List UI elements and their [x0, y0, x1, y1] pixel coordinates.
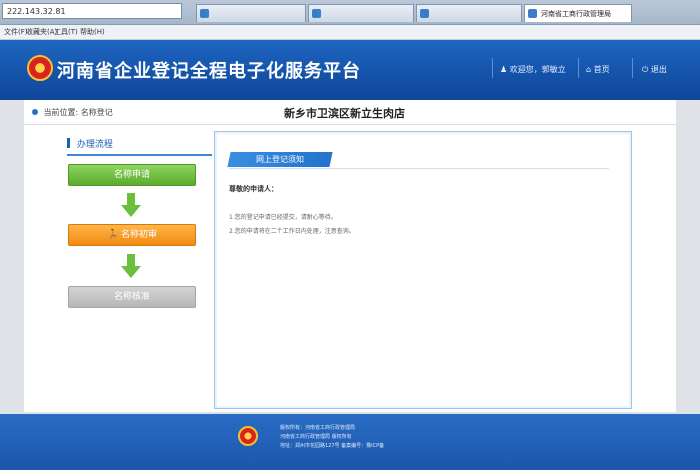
step-name-application[interactable]: 名称申请: [68, 164, 196, 186]
divider: [578, 58, 579, 78]
breadcrumb: 当前位置: 名称登记: [32, 107, 113, 118]
runner-icon: 🏃: [106, 230, 119, 240]
notice-line: 1.您的登记申请已经提交，请耐心等待。: [229, 214, 337, 221]
breadcrumb-prefix: 当前位置:: [43, 108, 79, 117]
step-label: 名称核准: [113, 292, 150, 302]
address-bar[interactable]: 222.143.32.81: [2, 3, 182, 19]
notice-greeting: 尊敬的申请人：: [229, 185, 278, 193]
page-icon: [200, 9, 209, 18]
menu-file[interactable]: 文件(F): [4, 27, 28, 37]
divider: [24, 124, 676, 125]
step-label: 名称初审: [121, 230, 158, 240]
arrow-down-icon: [121, 254, 141, 280]
site-header: 河南省企业登记全程电子化服务平台 ♟ 欢迎您，郭敏立 ⌂ 首页 ⏻ 退出: [0, 40, 700, 100]
national-emblem-icon: [27, 55, 53, 81]
divider: [492, 58, 493, 78]
welcome-user: ♟ 欢迎您，郭敏立: [500, 64, 566, 75]
page-title: 新乡市卫滨区新立生肉店: [284, 107, 405, 120]
browser-menu-bar: 文件(F) 收藏夹(A) 工具(T) 帮助(H): [0, 25, 700, 40]
menu-favorites[interactable]: 收藏夹(A): [26, 27, 57, 37]
power-icon: ⏻: [642, 65, 649, 74]
arrow-down-icon: [121, 193, 141, 219]
main-content: 当前位置: 名称登记 新乡市卫滨区新立生肉店 办理流程 名称申请 🏃 名称初审 …: [24, 100, 676, 412]
divider: [229, 168, 609, 169]
home-icon: ⌂: [586, 65, 592, 74]
location-icon: [32, 109, 38, 115]
process-heading-label: 办理流程: [76, 140, 113, 150]
step-name-approval[interactable]: 名称核准: [68, 286, 196, 308]
step-label: 名称申请: [113, 170, 150, 180]
notice-tag: 网上登记须知: [227, 152, 333, 167]
browser-tab-3[interactable]: [416, 4, 522, 22]
user-icon: ♟: [500, 65, 508, 74]
step-name-review[interactable]: 🏃 名称初审: [68, 224, 196, 246]
process-heading: 办理流程: [67, 136, 212, 156]
notice-tag-label: 网上登记须知: [256, 155, 304, 164]
site-footer: 版权所有：河南省工商行政管理局 河南省工商行政管理局 版权所有 地址：郑州市花园…: [0, 414, 700, 470]
footer-line: 河南省工商行政管理局 版权所有: [280, 434, 352, 440]
heading-marker: [67, 138, 70, 148]
browser-tab-4[interactable]: 河南省工商行政管理局: [524, 4, 632, 22]
footer-line: 版权所有：河南省工商行政管理局: [280, 425, 356, 431]
site-title: 河南省企业登记全程电子化服务平台: [57, 61, 361, 82]
divider: [632, 58, 633, 78]
logout-link[interactable]: ⏻ 退出: [642, 64, 667, 75]
notice-panel: 网上登记须知 尊敬的申请人： 1.您的登记申请已经提交，请耐心等待。 2.您的申…: [214, 131, 632, 409]
page-icon: [420, 9, 429, 18]
breadcrumb-current[interactable]: 名称登记: [81, 108, 113, 117]
home-link-label: 首页: [593, 65, 610, 74]
browser-tab-2[interactable]: [308, 4, 414, 22]
menu-tools[interactable]: 工具(T): [54, 27, 78, 37]
footer-line: 地址：郑州市花园路127号 备案编号：豫ICP备: [280, 443, 385, 449]
page-icon: [528, 9, 537, 18]
menu-help[interactable]: 帮助(H): [80, 27, 105, 37]
browser-tab-strip: 222.143.32.81 河南省工商行政管理局: [0, 0, 700, 25]
page-icon: [312, 9, 321, 18]
national-emblem-icon: [238, 426, 258, 446]
browser-tab-label: 河南省工商行政管理局: [541, 10, 611, 18]
home-link[interactable]: ⌂ 首页: [586, 64, 610, 75]
welcome-text: 欢迎您，郭敏立: [509, 65, 566, 74]
browser-tab-1[interactable]: [196, 4, 306, 22]
logout-link-label: 退出: [650, 65, 667, 74]
notice-line: 2.您的申请将在二个工作日内处理，注意查询。: [229, 228, 355, 235]
